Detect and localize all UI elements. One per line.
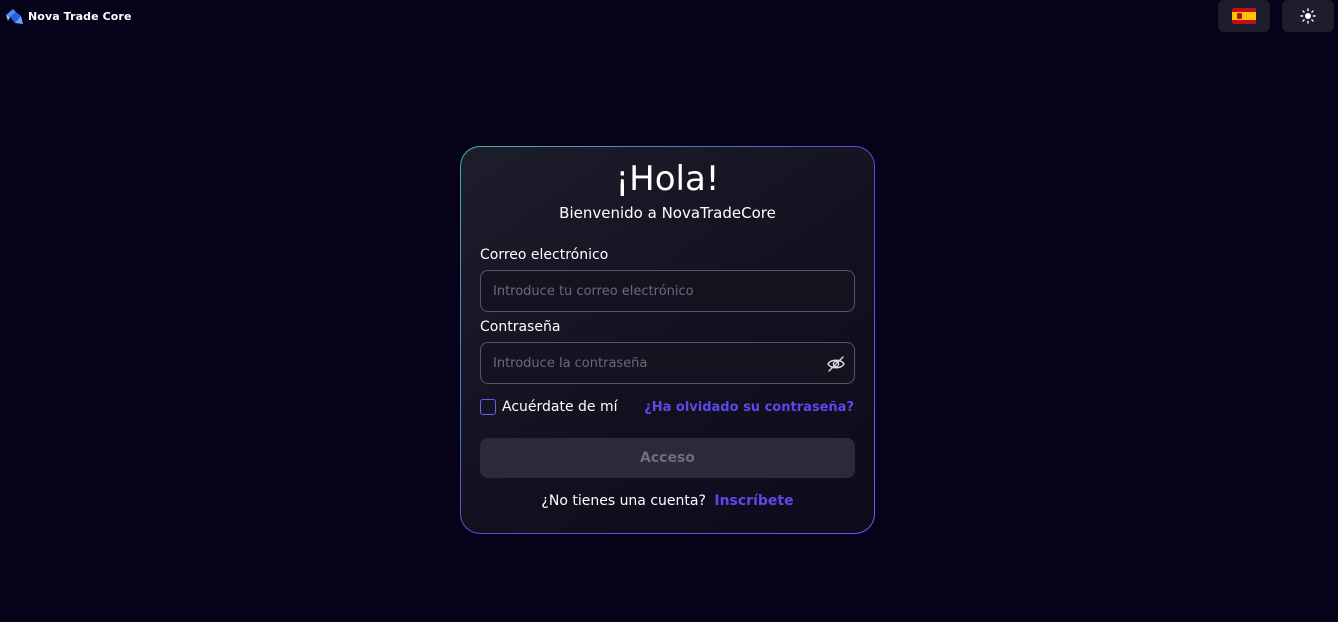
forgot-password-link[interactable]: ¿Ha olvidado su contraseña? [644,400,854,415]
login-page: Nova Trade Core ¡Hola! Bienvenido a Nova… [0,0,1338,622]
welcome-subtitle: Bienvenido a NovaTradeCore [559,204,776,222]
theme-toggle-button[interactable] [1282,0,1334,32]
remember-me[interactable]: Acuérdate de mí [480,399,618,415]
password-field[interactable] [481,343,854,383]
brand-name: Nova Trade Core [28,9,132,23]
login-card: ¡Hola! Bienvenido a NovaTradeCore Correo… [460,146,875,534]
language-button[interactable] [1218,0,1270,32]
remember-me-checkbox[interactable] [480,399,496,415]
email-label: Correo electrónico [480,247,609,263]
email-field-wrapper [480,270,855,312]
password-field-wrapper [480,342,855,384]
nova-logo-icon [6,9,23,24]
page-title: ¡Hola! [615,159,720,199]
eye-off-icon[interactable] [826,354,846,374]
no-account-text: ¿No tienes una cuenta? [541,493,706,509]
signup-link[interactable]: Inscríbete [714,493,793,509]
signup-row: ¿No tienes una cuenta? Inscríbete [461,493,874,509]
remember-me-label: Acuérdate de mí [502,399,618,415]
password-label: Contraseña [480,319,561,335]
login-button[interactable]: Acceso [480,438,855,478]
email-field[interactable] [481,271,854,311]
brand[interactable]: Nova Trade Core [4,6,132,26]
spain-flag-icon [1232,8,1256,24]
sun-icon [1300,8,1316,24]
